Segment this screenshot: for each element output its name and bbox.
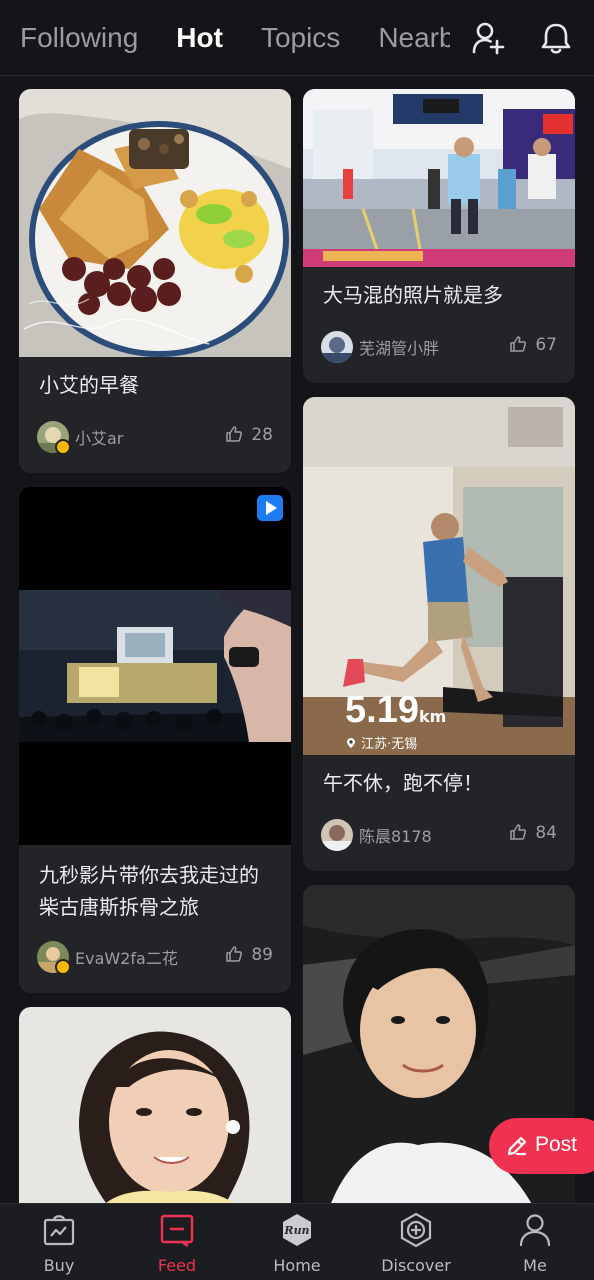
workout-distance: 5.19: [345, 689, 419, 731]
post-title: 小艾的早餐: [39, 373, 139, 397]
bottom-navigation: Buy Feed Run Home Discover Me: [0, 1203, 594, 1280]
like-count-value: 67: [535, 335, 557, 355]
nav-buy-label: Buy: [43, 1256, 75, 1275]
nav-feed-label: Feed: [157, 1256, 197, 1275]
post-card-marathon[interactable]: 大马混的照片就是多 芜湖管小胖 67: [303, 89, 575, 383]
post-image-marathon: [303, 89, 575, 267]
add-user-icon[interactable]: [470, 20, 506, 56]
author-name[interactable]: 陈晨8178: [359, 823, 432, 847]
tab-nearby[interactable]: Nearby: [378, 18, 450, 58]
post-image-breakfast: [19, 89, 291, 357]
like-count[interactable]: 84: [509, 823, 557, 843]
feed-tabs: Following Hot Topics Nearby: [20, 18, 450, 62]
nav-discover[interactable]: Discover: [357, 1204, 475, 1280]
nav-feed[interactable]: Feed: [118, 1204, 236, 1280]
post-button-label: Post: [535, 1133, 578, 1156]
verified-badge-icon: [55, 959, 71, 975]
avatar[interactable]: [321, 819, 353, 851]
run-logo-text: Run: [283, 1224, 309, 1237]
workout-overlay: 5.19km: [345, 689, 446, 732]
post-title: 午不休，跑不停！: [323, 771, 483, 795]
post-video-concert: [19, 487, 291, 845]
workout-unit: km: [418, 707, 447, 726]
tab-hot-label: Hot: [176, 22, 223, 53]
thumbs-up-icon: [510, 336, 527, 352]
feed-icon: [160, 1214, 194, 1248]
like-count[interactable]: 89: [225, 945, 273, 965]
like-count-value: 89: [251, 945, 273, 965]
post-card-video[interactable]: 九秒影片带你去我走过的柴古唐斯拆骨之旅 EvaW2fa二花 89: [19, 487, 291, 993]
profile-icon: [519, 1214, 551, 1247]
workout-location: 江苏·无锡: [345, 733, 417, 752]
like-count[interactable]: 28: [225, 425, 273, 445]
nav-discover-label: Discover: [381, 1256, 451, 1275]
post-image-treadmill: 5.19km 江苏·无锡: [303, 397, 575, 755]
verified-badge-icon: [55, 439, 71, 455]
post-meta: 芜湖管小胖 67: [321, 331, 557, 365]
author-name[interactable]: 芜湖管小胖: [359, 335, 439, 359]
discover-plus-icon: [400, 1212, 432, 1248]
workout-location-label: 江苏·无锡: [361, 737, 418, 752]
post-meta: 小艾ar 28: [37, 421, 273, 455]
post-card-treadmill[interactable]: 5.19km 江苏·无锡 午不休，跑不停！ 陈晨8178 84: [303, 397, 575, 871]
location-pin-icon: [347, 738, 355, 748]
post-card-portrait[interactable]: [19, 1007, 291, 1203]
nav-me[interactable]: Me: [476, 1204, 594, 1280]
avatar[interactable]: [321, 331, 353, 363]
post-button[interactable]: Post: [489, 1118, 594, 1174]
like-count-value: 28: [251, 425, 273, 445]
run-logo-icon: Run: [283, 1214, 311, 1246]
post-meta: EvaW2fa二花 89: [37, 941, 273, 975]
nav-home-label: Home: [273, 1256, 321, 1275]
post-title: 大马混的照片就是多: [323, 283, 503, 307]
feed-grid[interactable]: 小艾的早餐 小艾ar 28 九秒影片带你去我走过的柴古唐斯拆骨之旅 EvaW2f…: [0, 77, 594, 1203]
thumbs-up-icon: [226, 946, 243, 962]
top-tab-bar: Following Hot Topics Nearby: [0, 0, 594, 76]
like-count-value: 84: [535, 823, 557, 843]
like-count[interactable]: 67: [509, 335, 557, 355]
nav-buy[interactable]: Buy: [0, 1204, 118, 1280]
post-title: 九秒影片带你去我走过的柴古唐斯拆骨之旅: [39, 863, 259, 919]
post-image-portrait: [19, 1007, 291, 1203]
author-name[interactable]: 小艾ar: [75, 425, 123, 449]
post-card-breakfast[interactable]: 小艾的早餐 小艾ar 28: [19, 89, 291, 473]
thumbs-up-icon: [510, 824, 527, 840]
edit-pen-icon: [507, 1136, 527, 1156]
shopping-bag-icon: [43, 1215, 75, 1246]
video-play-icon: [257, 495, 283, 521]
author-name[interactable]: EvaW2fa二花: [75, 945, 178, 969]
tab-following[interactable]: Following: [20, 18, 138, 58]
nav-me-label: Me: [523, 1256, 547, 1275]
tab-hot[interactable]: Hot: [176, 18, 223, 58]
bell-icon[interactable]: [538, 20, 574, 56]
nav-home[interactable]: Run Home: [238, 1204, 356, 1280]
thumbs-up-icon: [226, 426, 243, 442]
post-meta: 陈晨8178 84: [321, 819, 557, 853]
tab-topics[interactable]: Topics: [261, 18, 340, 58]
